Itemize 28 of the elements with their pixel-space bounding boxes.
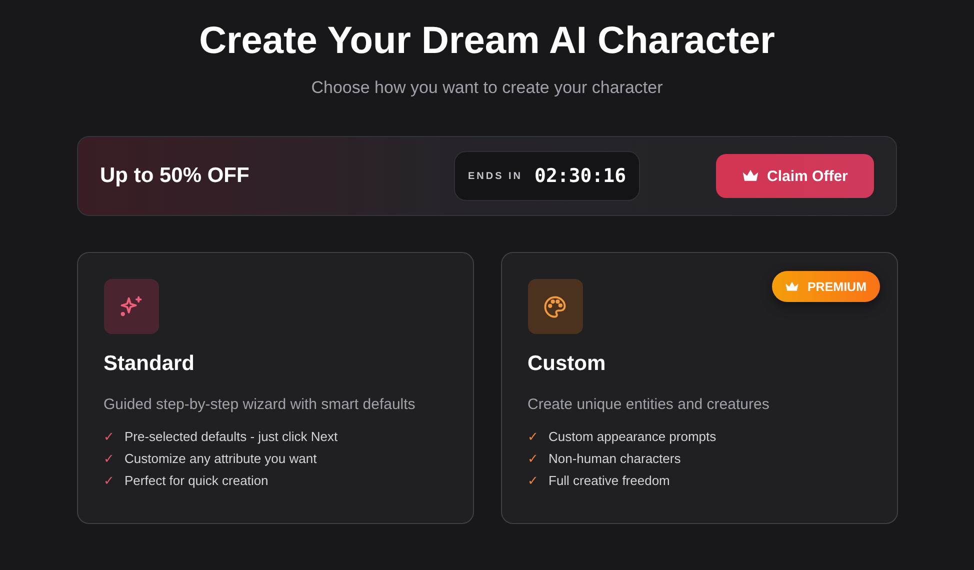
card-title: Custom: [528, 352, 607, 376]
card-title: Standard: [104, 352, 196, 376]
feature-text: Custom appearance prompts: [548, 429, 716, 444]
card-description: Create unique entities and creatures: [528, 396, 770, 413]
check-mark: ✓: [528, 451, 538, 466]
feature-text: Non-human characters: [548, 451, 681, 466]
card-description: Guided step-by-step wizard with smart defaults: [104, 396, 416, 413]
timer-value: 02:30:16: [534, 165, 626, 187]
check-mark: ✓: [528, 429, 538, 444]
option-card[interactable]: PREMIUM Custom Create unique entities and creatures ✓ Custom appearance prompts ✓ Non-human characters ✓ Full creative freedom: [500, 252, 898, 524]
offer-headline: Up to 50% OFF: [100, 164, 250, 188]
option-card[interactable]: Standard Guided step-by-step wizard with smart defaults ✓ Pre-selected defaults - just click Next ✓ Customize any attribute you want ✓ Perfect for quick creation: [76, 252, 474, 524]
check-mark: ✓: [528, 473, 538, 488]
feature-text: Customize any attribute you want: [124, 451, 317, 466]
page-subtitle: Choose how you want to create your character: [311, 78, 663, 98]
claim-offer-button[interactable]: Claim Offer: [716, 154, 874, 198]
feature-text: Full creative freedom: [548, 473, 670, 488]
palette-icon: [542, 294, 568, 320]
check-mark: ✓: [104, 451, 114, 466]
feature-text: Pre-selected defaults - just click Next: [124, 429, 338, 444]
check-mark: ✓: [104, 429, 114, 444]
crown-icon: [785, 280, 800, 292]
timer-label: ENDS IN: [468, 170, 523, 182]
feature-text: Perfect for quick creation: [124, 473, 268, 488]
page-title: Create Your Dream AI Character: [199, 19, 775, 64]
crown-icon: [742, 169, 760, 183]
badge-label: PREMIUM: [807, 280, 866, 294]
check-mark: ✓: [104, 473, 114, 488]
